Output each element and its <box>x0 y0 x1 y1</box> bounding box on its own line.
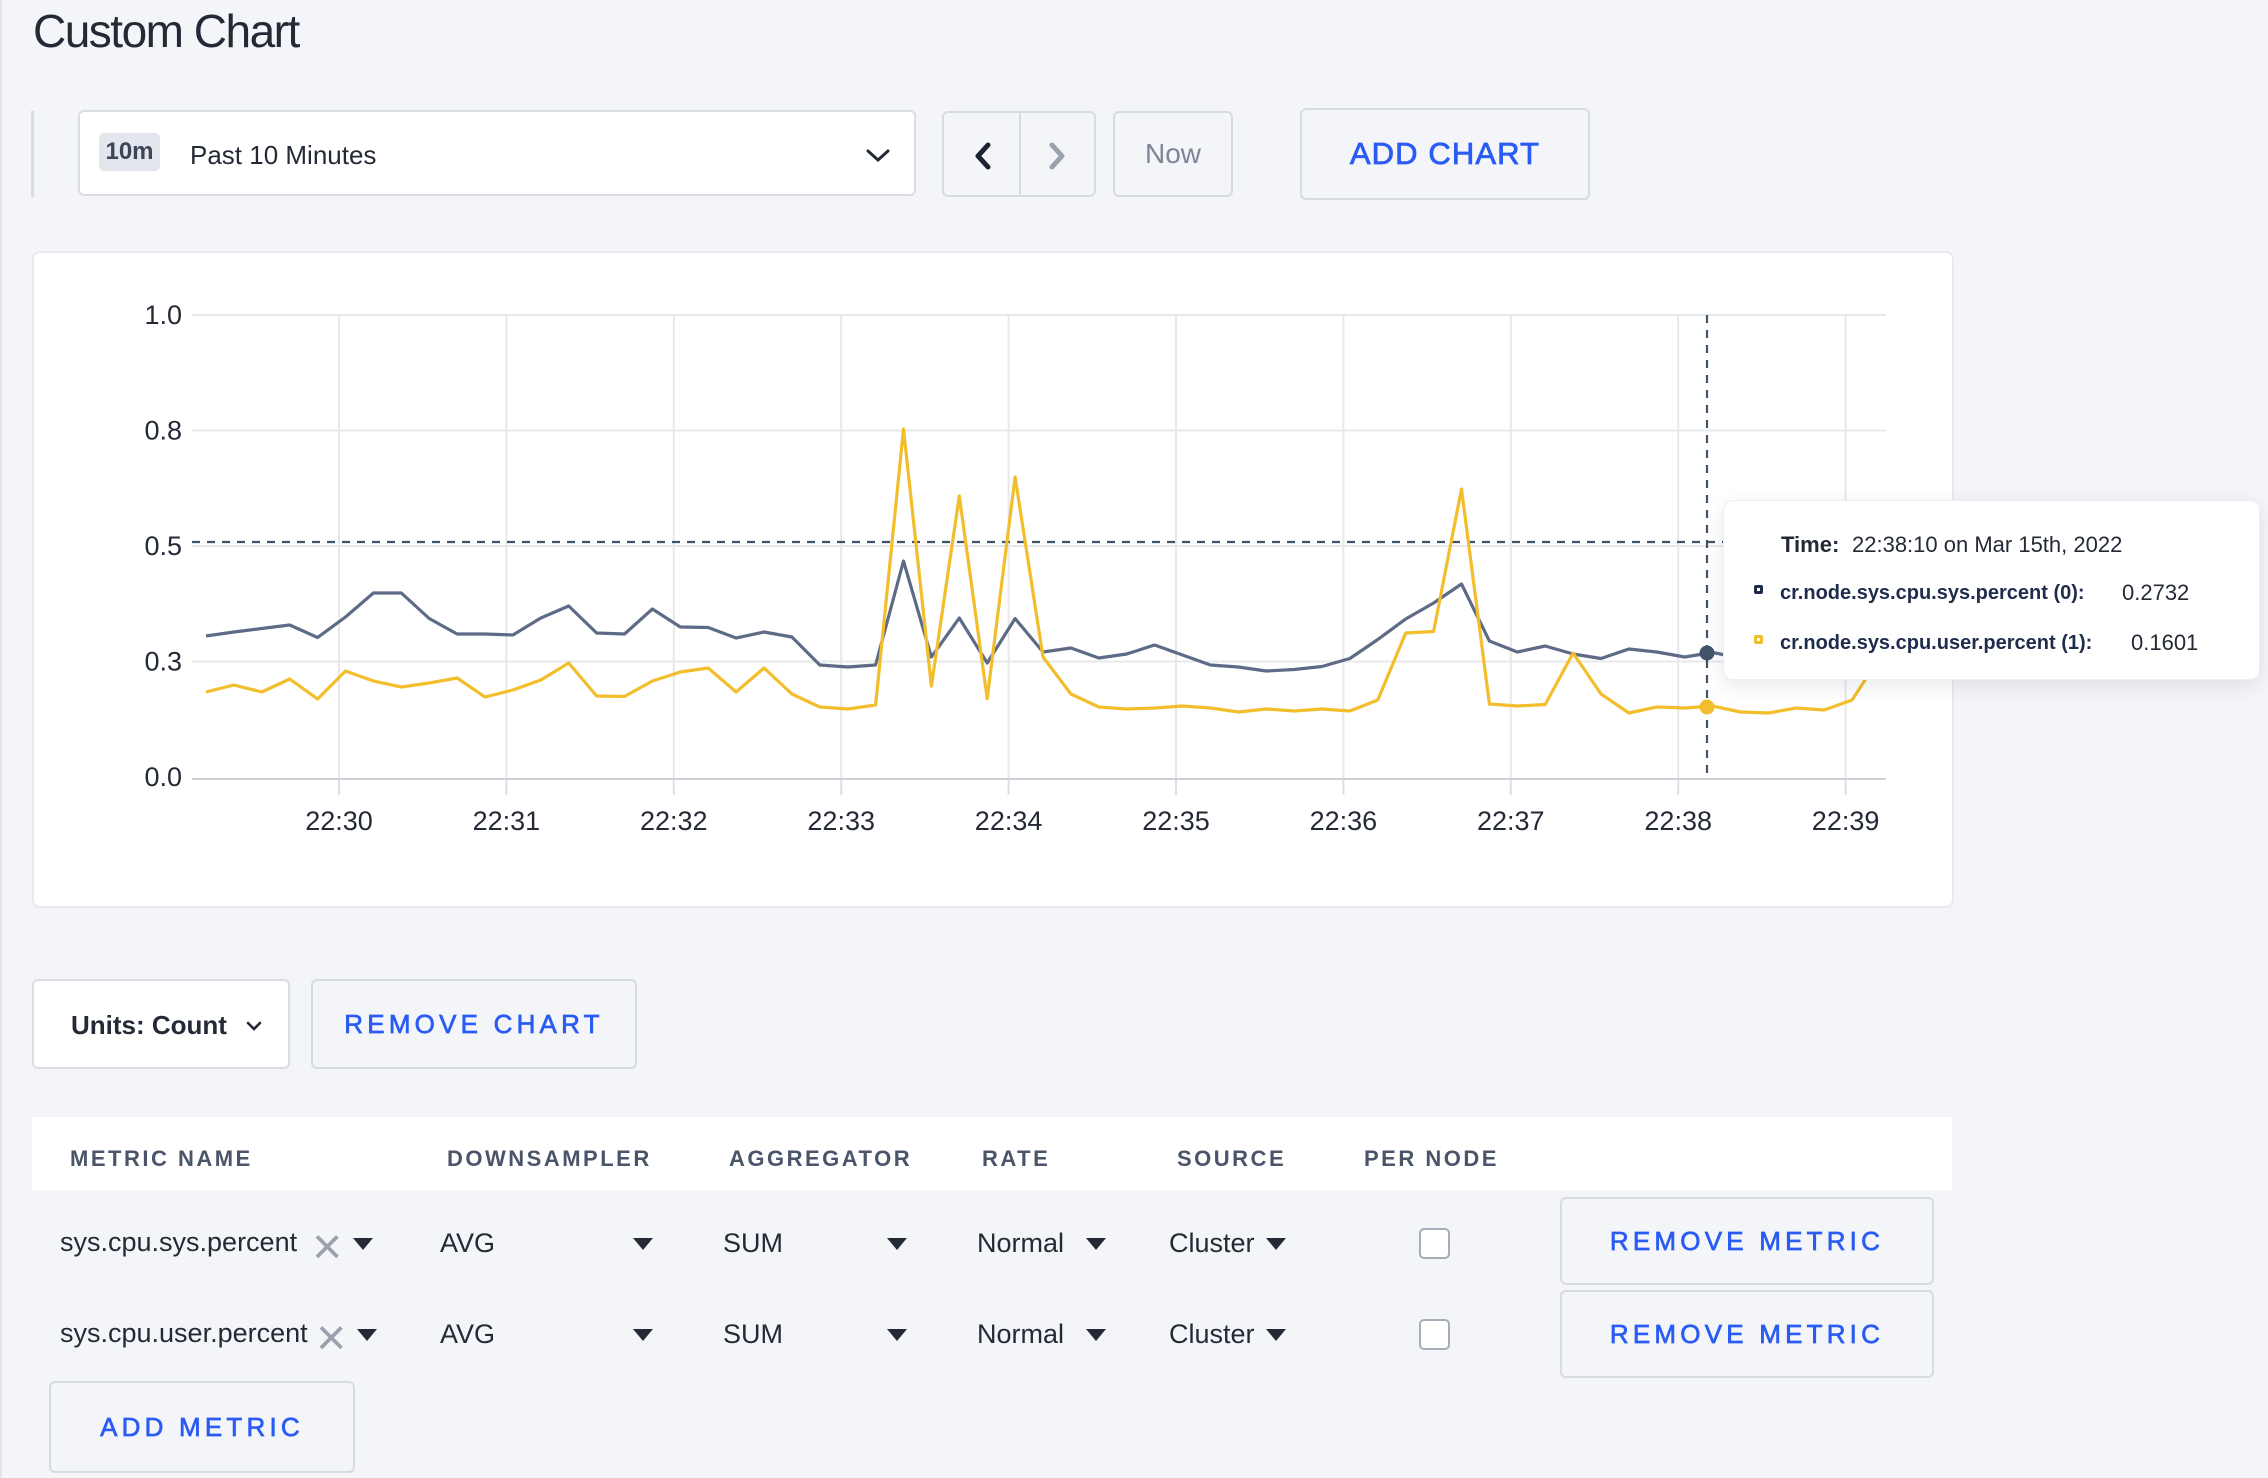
svg-text:22:36: 22:36 <box>1310 806 1378 836</box>
svg-text:22:33: 22:33 <box>807 806 875 836</box>
svg-text:22:30: 22:30 <box>305 806 373 836</box>
svg-text:22:39: 22:39 <box>1812 806 1880 836</box>
svg-text:22:32: 22:32 <box>640 806 708 836</box>
svg-text:22:34: 22:34 <box>975 806 1043 836</box>
svg-text:22:35: 22:35 <box>1142 806 1210 836</box>
svg-text:22:31: 22:31 <box>473 806 541 836</box>
svg-text:0.0: 0.0 <box>144 762 182 792</box>
svg-text:22:38: 22:38 <box>1644 806 1712 836</box>
svg-text:22:37: 22:37 <box>1477 806 1545 836</box>
svg-text:0.8: 0.8 <box>144 416 182 446</box>
svg-text:1.0: 1.0 <box>144 300 182 330</box>
svg-text:0.5: 0.5 <box>144 531 182 561</box>
svg-text:0.3: 0.3 <box>144 647 182 677</box>
